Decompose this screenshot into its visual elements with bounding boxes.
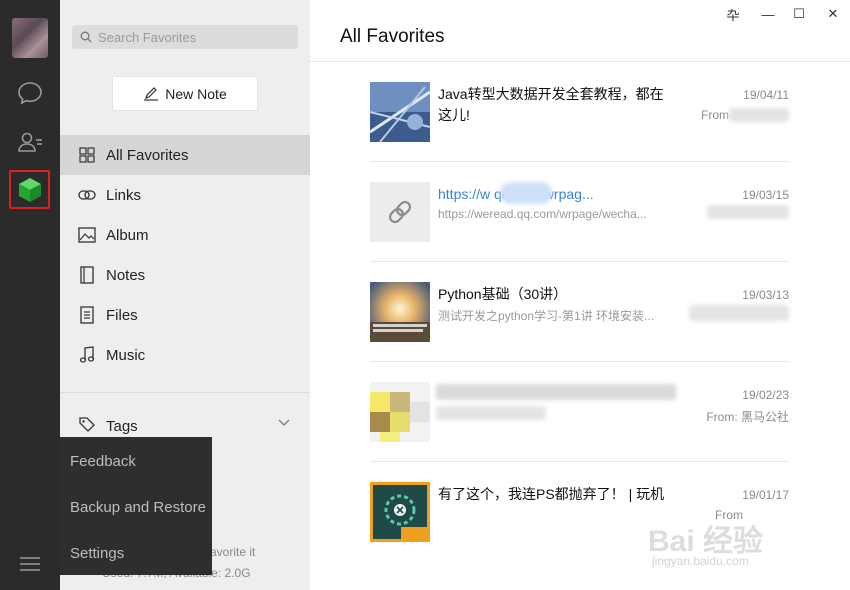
item-title: Java转型大数据开发全套教程，都在这儿! bbox=[438, 86, 664, 123]
item-title: https://w qq.com/wrpag... bbox=[438, 186, 594, 202]
tags-label: Tags bbox=[106, 417, 138, 435]
item-date: 19/04/11 bbox=[743, 88, 789, 102]
nav-notes[interactable]: Notes bbox=[60, 255, 310, 295]
maximize-button[interactable]: ☐ bbox=[791, 6, 807, 22]
music-icon bbox=[78, 346, 96, 364]
nav-music[interactable]: Music bbox=[60, 335, 310, 375]
item-date: 19/02/23 bbox=[742, 388, 789, 402]
thumbnail bbox=[370, 182, 430, 242]
item-subtitle: 测试开发之python学习-第1讲 环境安装... bbox=[438, 309, 655, 323]
item-title: Python基础（30讲） bbox=[438, 286, 568, 302]
blurred-title bbox=[436, 384, 676, 400]
close-button[interactable]: ✕ bbox=[825, 6, 841, 22]
nav-label: Music bbox=[106, 346, 146, 364]
favorite-item[interactable]: 19/02/23 From: 黑马公社 bbox=[370, 362, 789, 462]
thumbnail bbox=[370, 382, 430, 442]
link-icon bbox=[78, 186, 96, 204]
pencil-icon bbox=[144, 86, 159, 101]
contacts-icon[interactable] bbox=[15, 127, 45, 157]
thumbnail bbox=[370, 282, 430, 342]
pin-button[interactable]: 卆 bbox=[725, 6, 741, 23]
nav-label: Files bbox=[106, 306, 138, 324]
baidu-watermark-url: jingyan.baidu.com bbox=[652, 554, 749, 568]
nav-label: Notes bbox=[106, 266, 146, 284]
item-date: 19/01/17 bbox=[742, 488, 789, 502]
chat-icon[interactable] bbox=[15, 78, 45, 108]
page-title: All Favorites bbox=[340, 26, 445, 47]
nav-label: Album bbox=[106, 226, 149, 244]
search-icon bbox=[80, 31, 92, 43]
menu-item-backup-restore[interactable]: Backup and Restore bbox=[70, 499, 206, 516]
thumbnail bbox=[370, 482, 430, 542]
nav-label: All Favorites bbox=[106, 146, 189, 164]
divider bbox=[60, 392, 310, 393]
blurred-subtitle bbox=[436, 406, 546, 420]
nav-links[interactable]: Links bbox=[60, 175, 310, 215]
item-date: 19/03/15 bbox=[742, 188, 789, 202]
menu-item-feedback[interactable]: Feedback bbox=[70, 453, 136, 470]
favorite-item[interactable]: https://w qq.com/wrpag... https://weread… bbox=[370, 162, 789, 262]
album-icon bbox=[78, 226, 96, 244]
blurred-source bbox=[729, 108, 789, 122]
grid-icon bbox=[78, 146, 96, 164]
search-input[interactable] bbox=[98, 29, 288, 45]
item-date: 19/03/13 bbox=[742, 288, 789, 302]
item-source: From: 黑马公社 bbox=[706, 410, 789, 424]
item-subtitle: https://weread.qq.com/wrpage/wecha... bbox=[438, 207, 647, 221]
nav-all-favorites[interactable]: All Favorites bbox=[60, 135, 310, 175]
files-icon bbox=[78, 306, 96, 324]
item-title: 有了这个，我连PS都抛弃了！ | 玩机 bbox=[438, 486, 665, 502]
main-content: 卆 — ☐ ✕ All Favorites Java转型大数据开发全套教程，都在… bbox=[310, 0, 850, 590]
nav-label: Links bbox=[106, 186, 142, 204]
item-source: From bbox=[701, 108, 729, 122]
avatar[interactable] bbox=[12, 18, 48, 58]
notes-icon bbox=[78, 266, 96, 284]
blurred-source bbox=[707, 205, 789, 219]
blurred-url bbox=[500, 182, 552, 204]
tag-icon bbox=[78, 416, 96, 436]
favorite-item[interactable]: Java转型大数据开发全套教程，都在这儿! 19/04/11 From bbox=[370, 62, 789, 162]
link-icon bbox=[388, 200, 412, 224]
thumbnail bbox=[370, 82, 430, 142]
storage-note: avorite it bbox=[210, 545, 256, 559]
settings-popup-menu: Feedback Backup and Restore Settings bbox=[60, 437, 212, 575]
blurred-source bbox=[689, 305, 789, 321]
minimize-button[interactable]: — bbox=[760, 6, 776, 22]
left-rail bbox=[0, 0, 60, 590]
favorite-item[interactable]: Python基础（30讲） 测试开发之python学习-第1讲 环境安装... … bbox=[370, 262, 789, 362]
menu-icon[interactable] bbox=[20, 556, 40, 572]
new-note-button[interactable]: New Note bbox=[112, 76, 258, 111]
nav-files[interactable]: Files bbox=[60, 295, 310, 335]
nav-album[interactable]: Album bbox=[60, 215, 310, 255]
menu-item-settings[interactable]: Settings bbox=[70, 545, 124, 562]
new-note-label: New Note bbox=[165, 85, 227, 102]
favorites-icon[interactable] bbox=[15, 175, 45, 205]
search-box[interactable] bbox=[72, 25, 298, 49]
chevron-down-icon[interactable] bbox=[278, 419, 290, 427]
